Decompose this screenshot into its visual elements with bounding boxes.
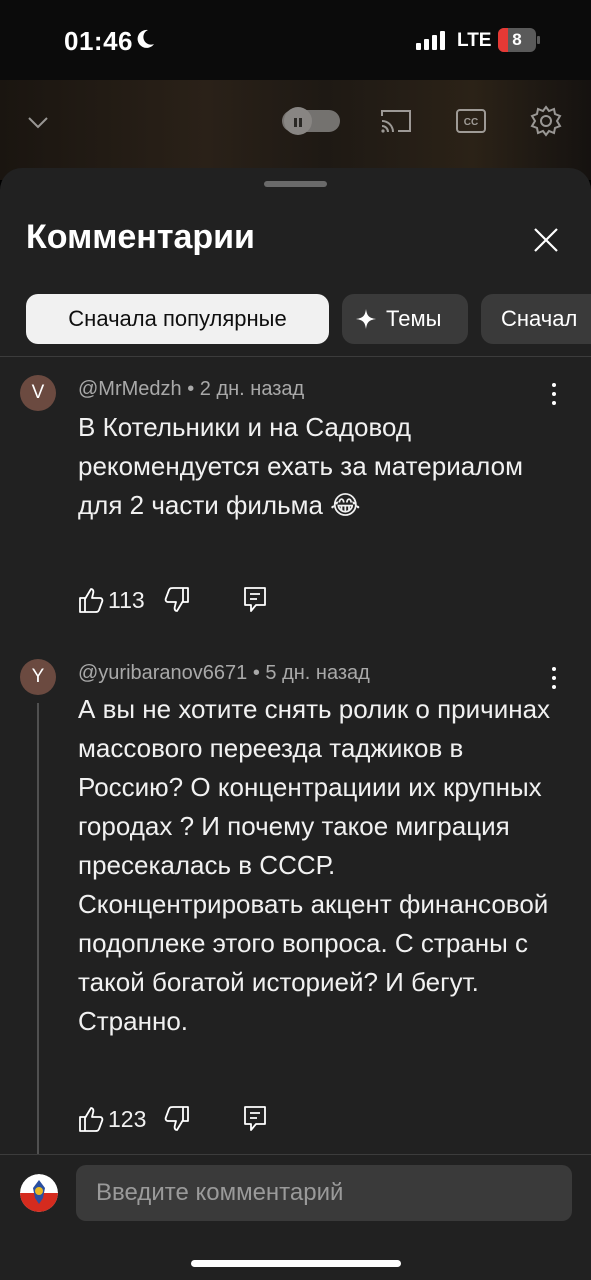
status-time: 01:46 <box>64 26 133 56</box>
comment-text: В Котельники и на Садовод рекомендуется … <box>78 412 523 520</box>
comment-text: А вы не хотите снять ролик о причинах ма… <box>78 694 551 1036</box>
captions-icon[interactable]: CC <box>456 109 486 133</box>
network-type: LTE <box>457 30 492 51</box>
status-bar: 01:46 LTE 8 <box>0 0 591 80</box>
thumbs-down-icon[interactable] <box>164 586 190 614</box>
thumbs-down-icon[interactable] <box>164 1105 190 1133</box>
comment-meta: @MrMedzh • 2 дн. назад <box>78 378 305 400</box>
svg-text:CC: CC <box>464 117 478 128</box>
chip-topics[interactable]: Темы <box>342 294 468 344</box>
comment-actions: 113 <box>78 586 278 614</box>
battery-icon: 8 <box>498 28 540 52</box>
more-vertical-icon[interactable] <box>544 381 564 407</box>
chevron-down-icon[interactable] <box>26 110 50 134</box>
home-indicator <box>191 1260 401 1267</box>
chip-newest[interactable]: Сначал <box>481 294 591 344</box>
comment-input[interactable] <box>76 1165 572 1221</box>
comments-sheet: Комментарии Сначала популярные Темы Снач… <box>0 168 591 1280</box>
user-avatar-image <box>20 1174 58 1212</box>
sparkle-icon <box>356 309 376 329</box>
divider <box>0 356 591 357</box>
cast-icon[interactable] <box>380 108 412 134</box>
comment-meta: @yuribaranov6671 • 5 дн. назад <box>78 662 370 684</box>
close-icon[interactable] <box>530 224 562 256</box>
video-player[interactable]: CC <box>0 80 591 180</box>
user-avatar[interactable] <box>20 1174 58 1212</box>
thumbs-up-icon[interactable] <box>78 586 104 614</box>
chip-popular-label: Сначала популярные <box>68 306 287 331</box>
chip-newest-label: Сначал <box>501 306 578 331</box>
avatar[interactable]: Y <box>20 659 56 695</box>
chip-popular[interactable]: Сначала популярные <box>26 294 329 344</box>
divider <box>0 1154 591 1155</box>
signal-icon <box>416 31 445 50</box>
autoplay-toggle[interactable] <box>282 107 340 135</box>
thread-line <box>37 703 39 1154</box>
thumbs-up-icon[interactable] <box>78 1105 104 1133</box>
avatar[interactable]: V <box>20 375 56 411</box>
more-vertical-icon[interactable] <box>544 665 564 691</box>
drag-handle[interactable] <box>264 181 327 187</box>
like-count: 113 <box>108 587 145 613</box>
moon-icon <box>137 29 154 48</box>
like-count: 123 <box>108 1106 147 1132</box>
comment-actions: 123 <box>78 1105 278 1133</box>
chip-topics-label: Темы <box>386 306 442 331</box>
settings-gear-icon[interactable] <box>530 105 562 137</box>
sort-chips: Сначала популярные Темы Сначал <box>26 294 591 344</box>
reply-icon[interactable] <box>242 586 268 614</box>
battery-level: 8 <box>512 30 522 49</box>
reply-icon[interactable] <box>242 1105 268 1133</box>
sheet-title: Комментарии <box>26 218 255 256</box>
